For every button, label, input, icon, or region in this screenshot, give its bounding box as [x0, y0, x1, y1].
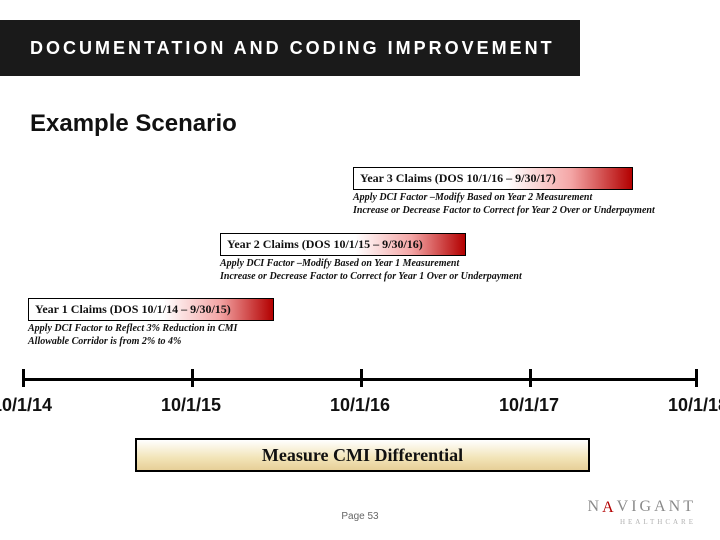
year2-claims-label: Year 2 Claims (DOS 10/1/15 – 9/30/16): [227, 237, 423, 251]
timeline-tick: [695, 369, 698, 387]
year3-claims-label: Year 3 Claims (DOS 10/1/16 – 9/30/17): [360, 171, 556, 185]
year3-desc: Apply DCI Factor –Modify Based on Year 2…: [353, 192, 693, 217]
brand-name: NAVIGANT: [588, 498, 696, 516]
brand-pre: N: [588, 498, 603, 515]
timeline-label: 10/1/14: [0, 395, 72, 416]
year3-desc-line1: Apply DCI Factor –Modify Based on Year 2…: [353, 192, 693, 205]
measure-cmi-label: Measure CMI Differential: [262, 445, 463, 466]
year2-claims-box: Year 2 Claims (DOS 10/1/15 – 9/30/16): [220, 233, 466, 256]
year1-desc-line1: Apply DCI Factor to Reflect 3% Reduction…: [28, 323, 298, 336]
page-title: DOCUMENTATION AND CODING IMPROVEMENT: [30, 38, 555, 59]
brand-post: VIGANT: [617, 498, 696, 515]
year3-claims-box: Year 3 Claims (DOS 10/1/16 – 9/30/17): [353, 167, 633, 190]
year1-desc: Apply DCI Factor to Reflect 3% Reduction…: [28, 323, 298, 348]
subtitle: Example Scenario: [30, 110, 237, 138]
brand-sub: HEALTHCARE: [588, 518, 696, 526]
measure-cmi-box: Measure CMI Differential: [135, 438, 590, 472]
timeline-label: 10/1/17: [479, 395, 579, 416]
year1-desc-line2: Allowable Corridor is from 2% to 4%: [28, 336, 298, 349]
year2-desc: Apply DCI Factor –Modify Based on Year 1…: [220, 258, 560, 283]
year2-desc-line2: Increase or Decrease Factor to Correct f…: [220, 271, 560, 284]
year1-claims-label: Year 1 Claims (DOS 10/1/14 – 9/30/15): [35, 302, 231, 316]
timeline-tick: [22, 369, 25, 387]
brand-accent: A: [602, 499, 617, 517]
timeline-tick: [360, 369, 363, 387]
timeline-label: 10/1/15: [141, 395, 241, 416]
brand-logo: NAVIGANT HEALTHCARE: [588, 498, 696, 526]
year2-desc-line1: Apply DCI Factor –Modify Based on Year 1…: [220, 258, 560, 271]
timeline-label: 10/1/18: [648, 395, 720, 416]
year3-desc-line2: Increase or Decrease Factor to Correct f…: [353, 205, 693, 218]
timeline-label: 10/1/16: [310, 395, 410, 416]
timeline-tick: [191, 369, 194, 387]
title-bar: DOCUMENTATION AND CODING IMPROVEMENT: [0, 20, 580, 76]
timeline-tick: [529, 369, 532, 387]
year1-claims-box: Year 1 Claims (DOS 10/1/14 – 9/30/15): [28, 298, 274, 321]
